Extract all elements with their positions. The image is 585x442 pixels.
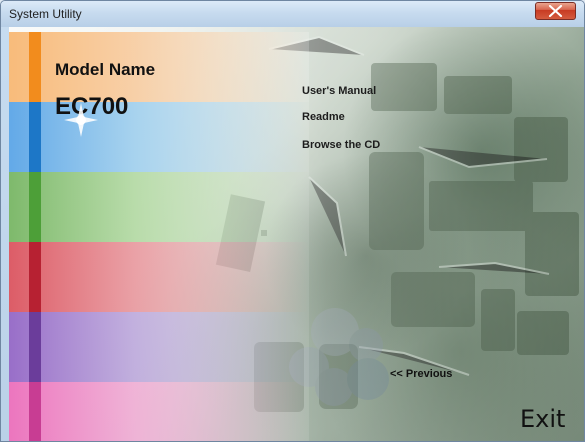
red-band: [9, 242, 309, 312]
model-name-value: EC700: [55, 93, 129, 120]
blue-band: [9, 102, 309, 172]
green-band: [9, 172, 309, 242]
window-title: System Utility: [9, 7, 82, 21]
pink-band: [9, 382, 309, 441]
previous-button[interactable]: << Previous: [390, 368, 452, 380]
utility-content-area: Model Name EC700 User's Manual Readme Br…: [9, 27, 584, 441]
browse-cd-link[interactable]: Browse the CD: [302, 139, 380, 151]
red-stripe: [29, 242, 41, 312]
pink-stripe: [29, 382, 41, 441]
close-icon: [548, 5, 563, 17]
orange-band: [9, 32, 309, 102]
title-bar[interactable]: System Utility: [1, 1, 584, 27]
purple-band: [9, 312, 309, 382]
blue-stripe: [29, 102, 41, 172]
readme-link[interactable]: Readme: [302, 111, 345, 123]
exit-button[interactable]: Exit: [520, 405, 565, 433]
menu-color-bands: [9, 27, 309, 441]
system-utility-window: System Utility Model Name EC700 User's M…: [0, 0, 585, 442]
window-left-frame: [1, 27, 9, 441]
close-button[interactable]: [535, 2, 576, 20]
users-manual-link[interactable]: User's Manual: [302, 85, 376, 97]
green-stripe: [29, 172, 41, 242]
purple-stripe: [29, 312, 41, 382]
orange-stripe: [29, 32, 41, 102]
model-name-label: Model Name: [55, 60, 156, 79]
